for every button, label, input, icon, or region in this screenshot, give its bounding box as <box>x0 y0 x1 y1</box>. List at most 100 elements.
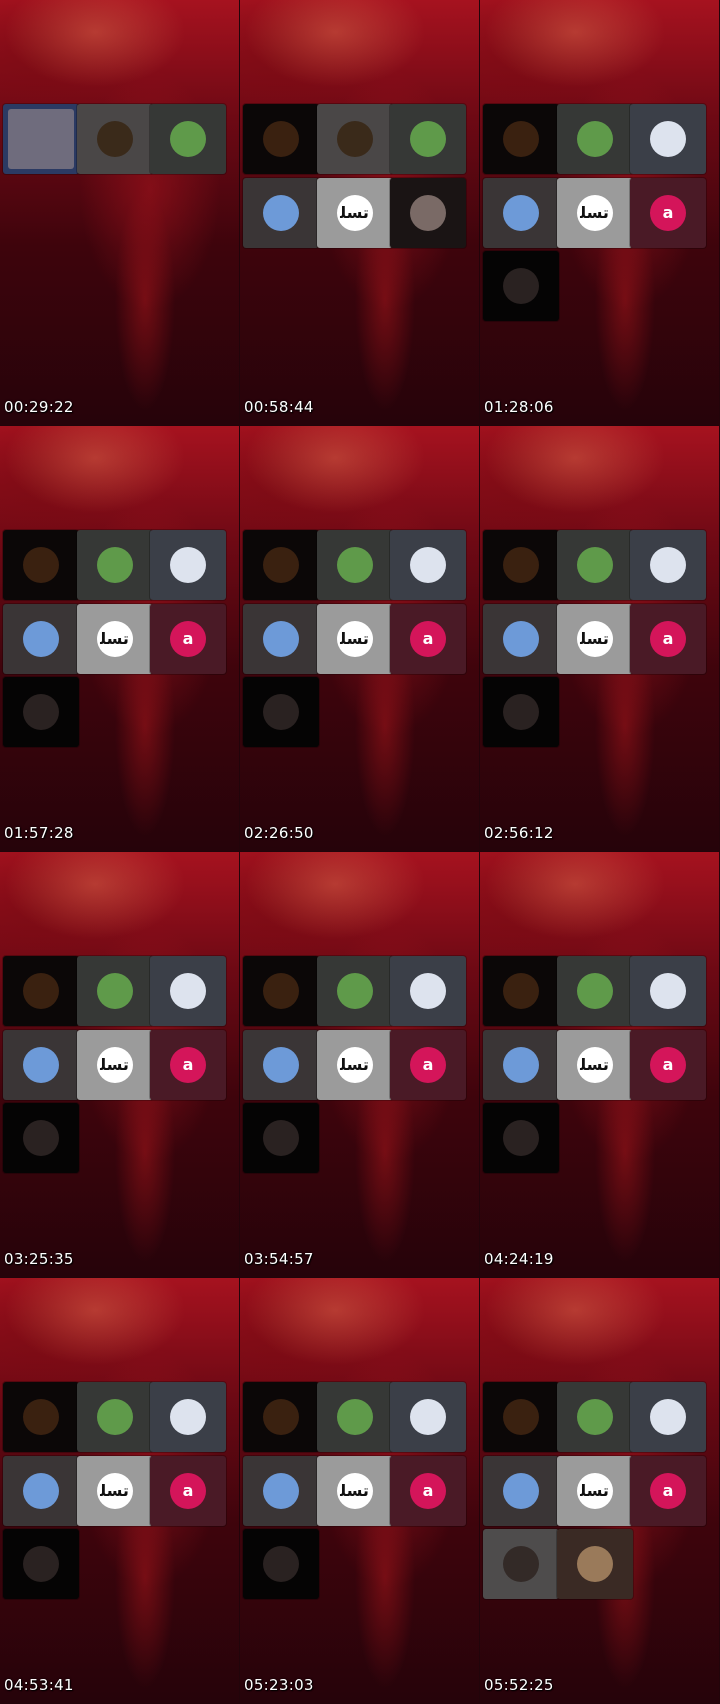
app-tile-campfire[interactable] <box>3 956 79 1026</box>
app-tile-moon[interactable] <box>3 104 79 174</box>
dark-circle-app-icon <box>503 694 539 730</box>
app-tile-truck[interactable] <box>483 1455 559 1526</box>
app-tile-battery[interactable] <box>556 1382 633 1452</box>
app-tile-calligraphy[interactable]: ﺗﺴﻠ <box>556 1029 633 1100</box>
app-tile-calligraphy[interactable]: ﺗﺴﻠ <box>316 1455 393 1526</box>
app-tile-dark-circle[interactable] <box>483 677 559 747</box>
app-tile-calligraphy[interactable]: ﺗﺴﻠ <box>316 1029 393 1100</box>
app-tile-calligraphy[interactable]: ﺗﺴﻠ <box>556 1455 633 1526</box>
app-tile-pen[interactable] <box>630 530 706 600</box>
app-tile-letter-a[interactable]: a <box>630 1455 706 1526</box>
app-tile-dark-circle[interactable] <box>243 677 319 747</box>
app-tile-dark-circle[interactable] <box>3 1103 79 1173</box>
app-tile-dark-circle[interactable] <box>3 677 79 747</box>
app-tile-battery[interactable] <box>316 1382 393 1452</box>
battery-app-icon <box>336 1399 373 1435</box>
app-tile-battery[interactable] <box>76 1382 153 1452</box>
horse-app-icon <box>576 1546 613 1582</box>
app-tile-campfire[interactable] <box>316 104 393 174</box>
app-tile-dark-circle[interactable] <box>3 1529 79 1599</box>
app-tile-calligraphy[interactable]: ﺗﺴﻠ <box>316 603 393 674</box>
letter-a-app-icon: a <box>170 1472 206 1509</box>
app-tile-letter-a[interactable]: a <box>150 1455 226 1526</box>
app-tile-calligraphy[interactable]: ﺗﺴﻠ <box>316 177 393 248</box>
app-tile-letter-a[interactable]: a <box>150 1029 226 1100</box>
app-tile-calligraphy[interactable]: ﺗﺴﻠ <box>76 603 153 674</box>
app-tile-truck[interactable] <box>243 603 319 674</box>
app-tile-calligraphy[interactable]: ﺗﺴﻠ <box>76 1029 153 1100</box>
app-tile-pen[interactable] <box>630 1382 706 1452</box>
app-tile-battery[interactable] <box>390 104 466 174</box>
app-tile-battery[interactable] <box>556 104 633 174</box>
app-tile-battery[interactable] <box>556 956 633 1026</box>
app-tile-letter-a[interactable]: a <box>390 1029 466 1100</box>
app-tile-pen[interactable] <box>630 956 706 1026</box>
battery-app-icon <box>336 973 373 1009</box>
frame-2: ﺗﺴﻠ 00:58:44 <box>240 0 480 426</box>
frame-1: 00:29:22 <box>0 0 240 426</box>
app-tile-battery[interactable] <box>316 956 393 1026</box>
app-tile-battery[interactable] <box>150 104 226 174</box>
app-tile-truck[interactable] <box>243 1455 319 1526</box>
timestamp: 00:58:44 <box>244 398 314 416</box>
app-tile-letter-a[interactable]: a <box>390 603 466 674</box>
app-tile-campfire[interactable] <box>243 530 319 600</box>
app-tile-battery[interactable] <box>76 956 153 1026</box>
app-tile-pen[interactable] <box>390 956 466 1026</box>
app-tile-truck[interactable] <box>3 1455 79 1526</box>
app-tile-truck[interactable] <box>243 177 319 248</box>
app-tile-campfire[interactable] <box>243 1382 319 1452</box>
app-tile-hands[interactable] <box>390 177 466 248</box>
app-tile-campfire[interactable] <box>76 104 153 174</box>
app-tile-truck[interactable] <box>243 1029 319 1100</box>
campfire-app-icon <box>23 1399 59 1435</box>
app-tile-letter-a[interactable]: a <box>150 603 226 674</box>
app-tile-pen[interactable] <box>390 1382 466 1452</box>
app-tile-campfire[interactable] <box>483 104 559 174</box>
frame-12: ﺗﺴﻠ a 05:52:25 <box>480 1278 720 1704</box>
app-tile-pen[interactable] <box>150 530 226 600</box>
campfire-app-icon <box>336 121 373 157</box>
app-tile-dark-circle[interactable] <box>243 1103 319 1173</box>
campfire-app-icon <box>263 547 299 583</box>
timestamp: 02:26:50 <box>244 824 314 842</box>
dark-circle-app-icon <box>503 268 539 304</box>
app-tile-horse[interactable] <box>556 1529 633 1599</box>
app-tile-campfire[interactable] <box>483 530 559 600</box>
app-tile-truck[interactable] <box>3 1029 79 1100</box>
app-tile-battery[interactable] <box>76 530 153 600</box>
app-tile-truck[interactable] <box>483 1029 559 1100</box>
app-tile-pen[interactable] <box>150 1382 226 1452</box>
calligraphy-app-icon: ﺗﺴﻠ <box>96 1472 133 1509</box>
app-tile-campfire[interactable] <box>243 956 319 1026</box>
app-tile-calligraphy[interactable]: ﺗﺴﻠ <box>556 177 633 248</box>
app-tile-truck[interactable] <box>483 177 559 248</box>
app-tile-campfire[interactable] <box>483 956 559 1026</box>
app-tile-pen[interactable] <box>630 104 706 174</box>
app-tile-campfire[interactable] <box>3 530 79 600</box>
app-tile-campfire[interactable] <box>483 1382 559 1452</box>
pen-app-icon <box>410 973 446 1009</box>
pen-app-icon <box>410 547 446 583</box>
app-tile-battery[interactable] <box>316 530 393 600</box>
app-tile-calligraphy[interactable]: ﺗﺴﻠ <box>556 603 633 674</box>
app-tile-calligraphy[interactable]: ﺗﺴﻠ <box>76 1455 153 1526</box>
app-tile-pen[interactable] <box>150 956 226 1026</box>
app-tile-dark-circle[interactable] <box>483 251 559 321</box>
app-tile-dark-circle[interactable] <box>243 1529 319 1599</box>
app-tile-letter-a[interactable]: a <box>390 1455 466 1526</box>
app-tile-campfire[interactable] <box>3 1382 79 1452</box>
app-tile-dark-circle[interactable] <box>483 1103 559 1173</box>
app-tile-letter-a[interactable]: a <box>630 1029 706 1100</box>
app-tile-campfire[interactable] <box>243 104 319 174</box>
letter-a-app-icon: a <box>410 1046 446 1083</box>
app-tile-battery[interactable] <box>556 530 633 600</box>
app-tile-pen[interactable] <box>390 530 466 600</box>
app-tile-dark-circle[interactable] <box>483 1529 559 1599</box>
pen-app-icon <box>650 547 686 583</box>
app-tile-letter-a[interactable]: a <box>630 177 706 248</box>
app-tile-letter-a[interactable]: a <box>630 603 706 674</box>
app-tile-truck[interactable] <box>3 603 79 674</box>
app-tile-truck[interactable] <box>483 603 559 674</box>
frame-9: ﺗﺴﻠ a 04:24:19 <box>480 852 720 1278</box>
